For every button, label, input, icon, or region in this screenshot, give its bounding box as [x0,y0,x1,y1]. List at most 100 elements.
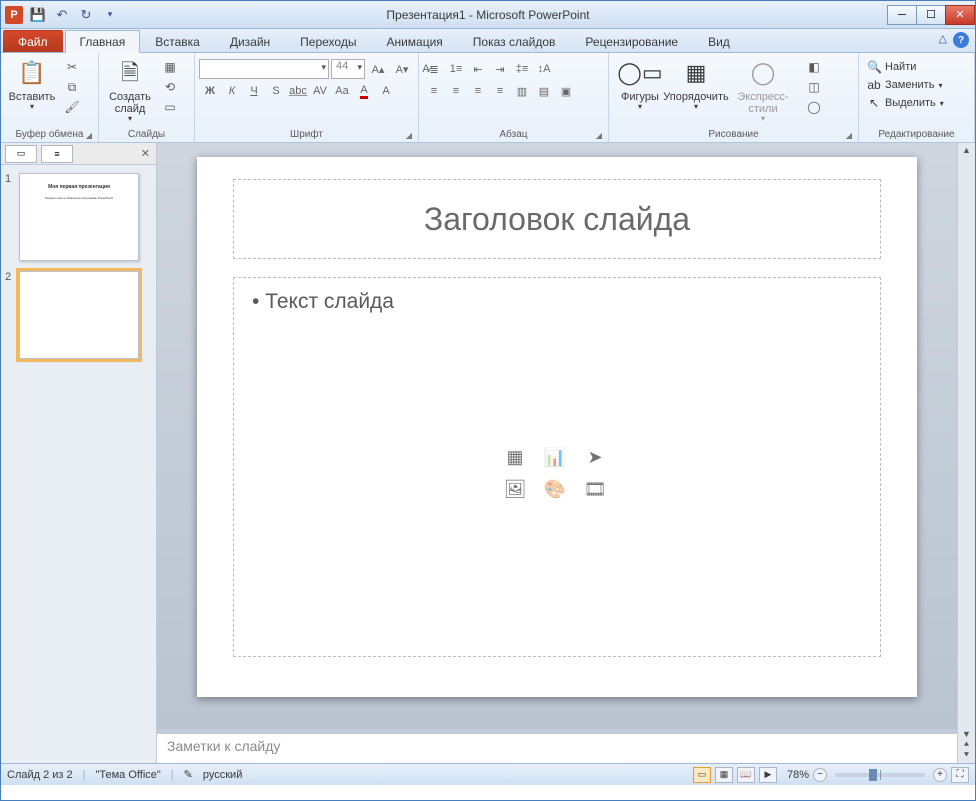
change-case-icon[interactable]: Aa [331,81,353,101]
help-icon[interactable]: ? [953,32,969,48]
scroll-down-icon[interactable]: ▼ [962,729,971,739]
slide-thumbnail-1[interactable]: Моя первая презентация Первые шаги в Осв… [19,173,139,261]
title-placeholder[interactable]: Заголовок слайда [233,179,881,259]
select-button[interactable]: ↖Выделить ▾ [863,95,948,111]
underline-icon[interactable]: Ч [243,81,265,101]
insert-chart-icon[interactable]: 📊 [540,444,570,470]
minimize-button[interactable]: ─ [887,5,917,25]
slideshow-view-icon[interactable]: ▶ [759,767,777,783]
line-spacing-icon[interactable]: ‡≡ [511,59,533,79]
shapes-button[interactable]: ◯▭Фигуры▾ [613,55,667,112]
zoom-out-icon[interactable]: − [813,768,827,782]
prev-slide-icon[interactable]: ⯅ [963,739,970,750]
save-icon[interactable]: 💾 [27,5,49,25]
font-dialog-launcher[interactable]: ◢ [406,131,412,140]
close-pane-icon[interactable]: ✕ [141,147,150,160]
normal-view-icon[interactable]: ▭ [693,767,711,783]
bullets-icon[interactable]: ≣ [423,59,445,79]
slide-canvas[interactable]: Заголовок слайда Текст слайда ▦ 📊 ➤ 🖼 🎨 … [197,157,917,697]
vertical-scrollbar[interactable]: ▲ ▼ ⯅ ⯆ [957,143,975,763]
tab-view[interactable]: Вид [693,30,745,52]
scroll-up-icon[interactable]: ▲ [962,145,971,155]
tab-file[interactable]: Файл [3,30,63,52]
sorter-view-icon[interactable]: ▦ [715,767,733,783]
bold-icon[interactable]: Ж [199,81,221,101]
minimize-ribbon-icon[interactable]: △ [939,32,947,48]
insert-media-icon[interactable]: 🎞 [580,476,610,502]
reading-view-icon[interactable]: 📖 [737,767,755,783]
decrease-indent-icon[interactable]: ⇤ [467,59,489,79]
zoom-thumb[interactable] [869,769,877,781]
insert-picture-icon[interactable]: 🖼 [500,476,530,502]
text-direction-icon[interactable]: ↕A [533,59,555,79]
increase-indent-icon[interactable]: ⇥ [489,59,511,79]
justify-icon[interactable]: ≡ [489,81,511,101]
align-left-icon[interactable]: ≡ [423,81,445,101]
font-name-combo[interactable] [199,59,329,79]
numbering-icon[interactable]: 1≡ [445,59,467,79]
section-icon[interactable]: ▭ [159,97,181,117]
cut-icon[interactable]: ✂ [61,57,83,77]
redo-icon[interactable]: ↻ [75,5,97,25]
text-shadow-icon[interactable]: a̲b̲c̲ [287,81,309,101]
zoom-in-icon[interactable]: + [933,768,947,782]
content-placeholder[interactable]: Текст слайда ▦ 📊 ➤ 🖼 🎨 🎞 [233,277,881,657]
thumbnail-item[interactable]: 2 [5,271,152,359]
status-language[interactable]: русский [203,769,242,781]
align-right-icon[interactable]: ≡ [467,81,489,101]
undo-icon[interactable]: ↶ [51,5,73,25]
maximize-button[interactable]: ☐ [916,5,946,25]
paragraph-dialog-launcher[interactable]: ◢ [596,131,602,140]
tab-home[interactable]: Главная [65,30,141,53]
grow-font-icon[interactable]: A▴ [367,59,389,79]
zoom-value[interactable]: 78% [787,769,809,781]
tab-design[interactable]: Дизайн [215,30,285,52]
zoom-slider[interactable] [835,773,925,777]
columns-icon[interactable]: ▥ [511,81,533,101]
replace-button[interactable]: abЗаменить ▾ [863,77,946,93]
outline-tab[interactable]: ≡ [41,145,73,163]
close-button[interactable]: ✕ [945,5,975,25]
font-color-icon[interactable]: A [353,81,375,101]
thumbnail-list[interactable]: 1 Моя первая презентация Первые шаги в О… [1,165,156,377]
font-size-combo[interactable]: 44 [331,59,365,79]
paste-button[interactable]: 📋 Вставить ▾ [5,55,59,112]
arrange-button[interactable]: ▦Упорядочить▾ [669,55,723,112]
thumbnail-item[interactable]: 1 Моя первая презентация Первые шаги в О… [5,173,152,261]
highlight-icon[interactable]: A [375,81,397,101]
tab-insert[interactable]: Вставка [140,30,215,52]
reset-icon[interactable]: ⟲ [159,77,181,97]
spellcheck-icon[interactable]: ✎ [184,768,193,781]
tab-review[interactable]: Рецензирование [570,30,693,52]
strikethrough-icon[interactable]: S [265,81,287,101]
format-painter-icon[interactable]: 🖌 [61,97,83,117]
next-slide-icon[interactable]: ⯆ [963,750,970,761]
notes-pane[interactable]: Заметки к слайду [157,733,957,763]
find-button[interactable]: 🔍Найти [863,59,920,75]
tab-transitions[interactable]: Переходы [285,30,371,52]
italic-icon[interactable]: К [221,81,243,101]
fit-to-window-icon[interactable]: ⛶ [951,767,969,783]
layout-icon[interactable]: ▦ [159,57,181,77]
insert-clipart-icon[interactable]: 🎨 [540,476,570,502]
clipboard-dialog-launcher[interactable]: ◢ [86,131,92,140]
char-spacing-icon[interactable]: AV [309,81,331,101]
align-text-icon[interactable]: ▤ [533,81,555,101]
smartart-icon[interactable]: ▣ [555,81,577,101]
qat-customize-icon[interactable]: ▾ [99,5,121,25]
insert-table-icon[interactable]: ▦ [500,444,530,470]
insert-smartart-icon[interactable]: ➤ [580,444,610,470]
shape-effects-icon[interactable]: ◯ [803,97,825,117]
new-slide-button[interactable]: 🗎 Создать слайд ▾ [103,55,157,124]
align-center-icon[interactable]: ≡ [445,81,467,101]
quick-styles-button[interactable]: ◯Экспресс-стили▾ [725,55,801,124]
slide-thumbnail-2[interactable] [19,271,139,359]
tab-slideshow[interactable]: Показ слайдов [458,30,571,52]
slides-tab[interactable]: ▭ [5,145,37,163]
copy-icon[interactable]: ⧉ [61,77,83,97]
drawing-dialog-launcher[interactable]: ◢ [846,131,852,140]
shrink-font-icon[interactable]: A▾ [391,59,413,79]
slide-canvas-zone[interactable]: Заголовок слайда Текст слайда ▦ 📊 ➤ 🖼 🎨 … [157,143,957,729]
shape-outline-icon[interactable]: ◫ [803,77,825,97]
tab-animations[interactable]: Анимация [371,30,457,52]
